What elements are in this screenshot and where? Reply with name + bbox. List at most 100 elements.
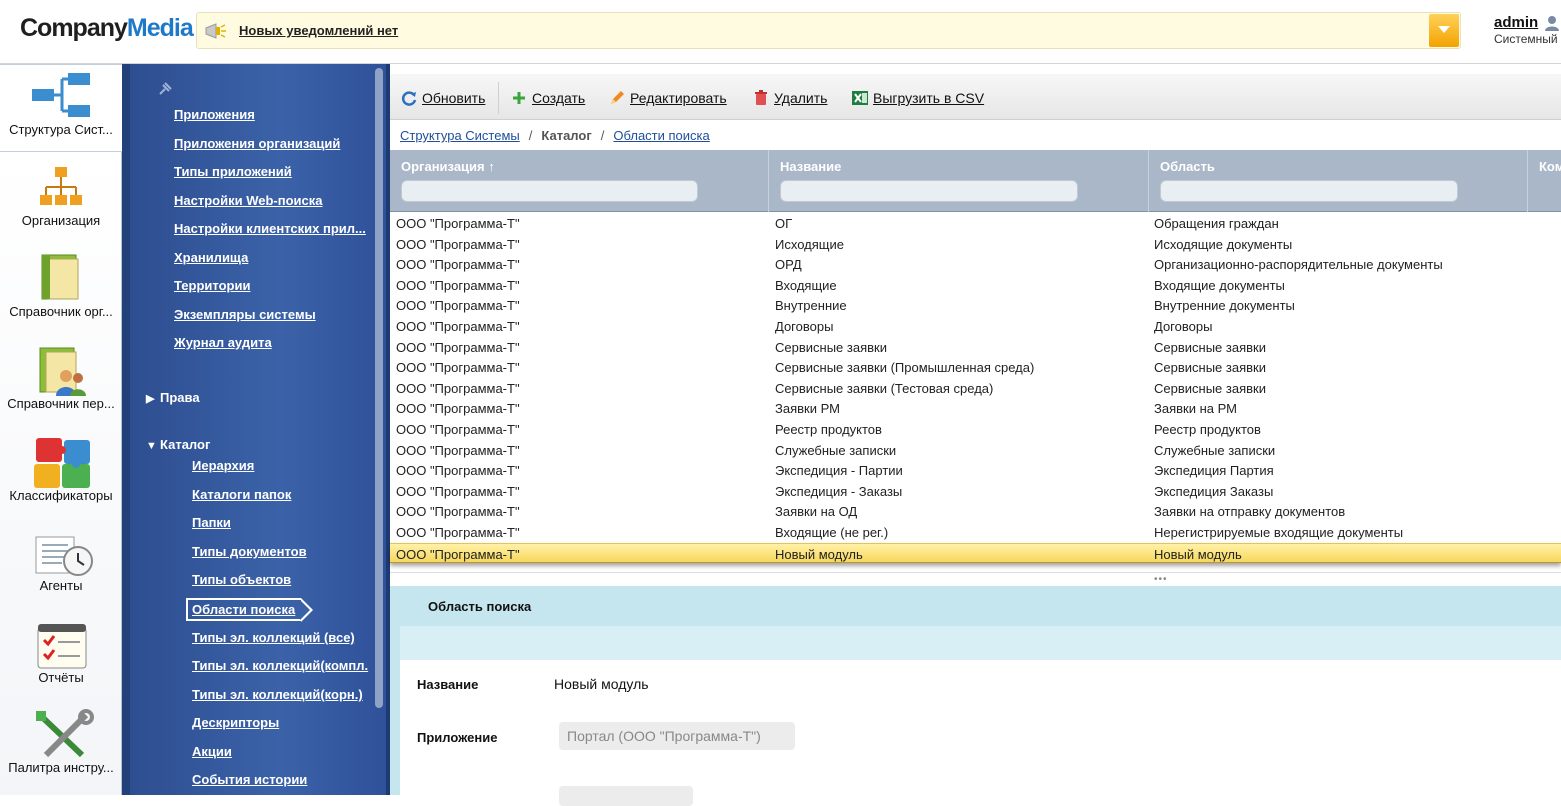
nav-group-catalog[interactable]: ▼ Каталог: [146, 437, 210, 452]
cell-area: Сервисные заявки: [1154, 339, 1266, 355]
table-row[interactable]: ООО "Программа-Т" Новый модуль Новый модул…: [390, 542, 1561, 564]
nav-link-client-app-settings[interactable]: Настройки клиентских прил...: [174, 221, 366, 236]
column-title[interactable]: Область: [1160, 159, 1215, 174]
table-row[interactable]: ООО "Программа-Т" Внутренние Внутренние до…: [390, 295, 1561, 316]
cell-organization: ООО "Программа-Т": [396, 463, 520, 479]
filter-name-input[interactable]: [780, 180, 1078, 202]
table-row[interactable]: ООО "Программа-Т" ОРД Организационно-распо…: [390, 254, 1561, 275]
column-name[interactable]: Название: [769, 150, 1149, 212]
nav-link-object-types[interactable]: Типы объектов: [192, 572, 291, 587]
nav-link-descriptors[interactable]: Дескрипторы: [192, 715, 279, 730]
edit-label: Редактировать: [630, 90, 727, 106]
nav-link-search-areas[interactable]: Области поиска: [186, 598, 314, 622]
cell-area: Служебные записки: [1154, 442, 1276, 458]
nav-link-actions[interactable]: Акции: [192, 744, 232, 759]
breadcrumb-root[interactable]: Структура Системы: [400, 128, 520, 143]
table-row[interactable]: ООО "Программа-Т" Экспедиция - Заказы Эксп…: [390, 481, 1561, 502]
notification-dropdown-button[interactable]: [1429, 14, 1459, 47]
plus-icon: [513, 92, 525, 104]
nav-group-rights[interactable]: ▶ Права: [146, 390, 200, 405]
delete-label: Удалить: [774, 90, 828, 106]
table-row[interactable]: ООО "Программа-Т" Входящие (не рег.) Нерег…: [390, 522, 1561, 543]
table-row[interactable]: ООО "Программа-Т" Реестр продуктов Реестр …: [390, 419, 1561, 440]
nav-scrollbar[interactable]: [375, 68, 383, 708]
delete-button[interactable]: Удалить: [752, 90, 827, 106]
rail-item-org-directory[interactable]: Справочник орг...: [0, 249, 122, 329]
nav-link-application-types[interactable]: Типы приложений: [174, 164, 292, 179]
table-row[interactable]: ООО "Программа-Т" Исходящие Исходящие доку…: [390, 234, 1561, 255]
column-organization[interactable]: Организация ↑: [390, 150, 769, 212]
detail-panel: Область поиска Название Новый модуль При…: [390, 586, 1561, 806]
checklist-icon: [37, 624, 87, 669]
breadcrumb-separator: /: [528, 128, 533, 143]
cell-area: Реестр продуктов: [1154, 422, 1261, 437]
edit-button[interactable]: Редактировать: [608, 90, 727, 106]
rail-label: Агенты: [39, 578, 83, 593]
rail-item-classifiers[interactable]: Классификаторы: [0, 434, 122, 514]
cell-name: ОРД: [775, 257, 802, 273]
splitter-grip-icon[interactable]: •••: [1154, 574, 1168, 585]
filter-organization-input[interactable]: [401, 180, 698, 202]
table-row[interactable]: ООО "Программа-Т" ОГ Обращения граждан: [390, 213, 1561, 234]
nav-link-document-types[interactable]: Типы документов: [192, 544, 307, 559]
nav-link-folder-catalogs[interactable]: Каталоги папок: [192, 487, 291, 502]
nav-link-storages[interactable]: Хранилища: [174, 250, 248, 265]
cell-name: Сервисные заявки (Тестовая среда): [775, 380, 994, 396]
nav-link-folders[interactable]: Папки: [192, 515, 231, 530]
cell-organization: ООО "Программа-Т": [396, 483, 520, 499]
expand-arrow-icon: ▶: [146, 393, 155, 405]
pin-icon[interactable]: [158, 82, 172, 96]
cell-area: Заявки на РМ: [1154, 401, 1237, 417]
table-row[interactable]: ООО "Программа-Т" Заявки РМ Заявки на РМ: [390, 398, 1561, 419]
table-row[interactable]: ООО "Программа-Т" Входящие Входящие докуме…: [390, 275, 1561, 296]
table-row[interactable]: ООО "Программа-Т" Договоры Договоры: [390, 316, 1561, 337]
cell-name: Внутренние: [775, 298, 847, 314]
rail-label: Классификаторы: [9, 488, 113, 503]
export-csv-button[interactable]: Выгрузить в CSV: [851, 90, 984, 106]
rail-item-agents[interactable]: Агенты: [0, 529, 122, 609]
table-row[interactable]: ООО "Программа-Т" Сервисные заявки (Промы…: [390, 357, 1561, 378]
nav-link-applications[interactable]: Приложения: [174, 107, 255, 122]
column-comment[interactable]: Ком: [1528, 150, 1561, 212]
breadcrumb-current[interactable]: Области поиска: [613, 128, 709, 143]
cell-organization: ООО "Программа-Т": [396, 319, 520, 334]
export-label: Выгрузить в CSV: [873, 90, 985, 106]
table-row[interactable]: ООО "Программа-Т" Сервисные заявки (Тесто…: [390, 378, 1561, 399]
rail-item-structure[interactable]: Структура Сист...: [0, 64, 122, 152]
cell-organization: ООО "Программа-Т": [396, 298, 520, 314]
rail-item-personnel-directory[interactable]: Справочник пер...: [0, 342, 122, 422]
filter-area-input[interactable]: [1160, 180, 1458, 202]
rail-item-tools[interactable]: Палитра инстру...: [0, 709, 122, 789]
nav-link-audit-log[interactable]: Журнал аудита: [174, 335, 272, 350]
navigation-panel: Приложения Приложения организаций Типы п…: [122, 64, 386, 795]
table-row[interactable]: ООО "Программа-Т" Сервисные заявки Сервисн…: [390, 337, 1561, 358]
cell-name: Служебные записки: [775, 442, 897, 458]
rail-item-reports[interactable]: Отчёты: [0, 620, 122, 700]
column-title[interactable]: Ком: [1539, 159, 1561, 174]
refresh-button[interactable]: Обновить: [400, 90, 485, 106]
nav-link-web-search-settings[interactable]: Настройки Web-поиска: [174, 193, 322, 208]
nav-link-territories[interactable]: Территории: [174, 278, 250, 293]
trash-icon: [755, 90, 767, 105]
notification-text[interactable]: Новых уведомлений нет: [239, 23, 398, 38]
nav-link-system-instances[interactable]: Экземпляры системы: [174, 307, 316, 322]
table-row[interactable]: ООО "Программа-Т" Экспедиция - Партии Эксп…: [390, 460, 1561, 481]
cell-name: Реестр продуктов: [775, 422, 882, 437]
notification-bar[interactable]: Новых уведомлений нет: [196, 12, 1461, 49]
column-title[interactable]: Организация ↑: [401, 159, 495, 174]
column-area[interactable]: Область: [1149, 150, 1528, 212]
rail-item-organization[interactable]: Организация: [0, 159, 122, 239]
nav-link-org-applications[interactable]: Приложения организаций: [174, 136, 340, 151]
table-row[interactable]: ООО "Программа-Т" Заявки на ОД Заявки на о…: [390, 501, 1561, 522]
chevron-down-icon: [1438, 26, 1450, 33]
create-button[interactable]: Создать: [510, 90, 585, 106]
nav-link-hierarchy[interactable]: Иерархия: [192, 458, 254, 473]
nav-link-collection-types-compl[interactable]: Типы эл. коллекций(компл.: [192, 658, 368, 673]
table-row[interactable]: ООО "Программа-Т" Служебные записки Служеб…: [390, 440, 1561, 461]
nav-link-collection-types-root[interactable]: Типы эл. коллекций(корн.): [192, 687, 363, 702]
cell-organization: ООО "Программа-Т": [396, 277, 520, 293]
grid-splitter[interactable]: •••: [390, 572, 1561, 586]
nav-link-history-events[interactable]: События истории: [192, 772, 307, 787]
nav-link-collection-types-all[interactable]: Типы эл. коллекций (все): [192, 630, 355, 645]
column-title[interactable]: Название: [780, 159, 841, 174]
